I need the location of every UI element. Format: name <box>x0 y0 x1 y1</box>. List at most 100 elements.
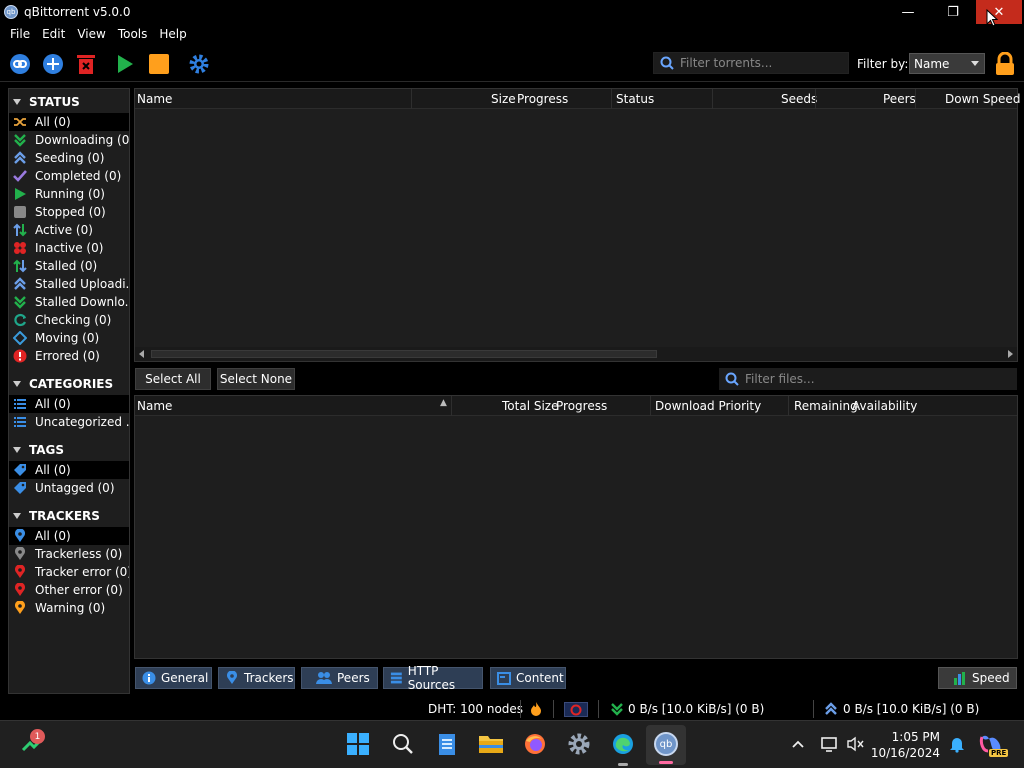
scrollbar-thumb[interactable] <box>151 350 657 358</box>
status-item-stalled[interactable]: Stalled (0) <box>9 257 129 275</box>
column-divider[interactable] <box>915 89 916 109</box>
trackers-section-header[interactable]: TRACKERS <box>9 505 129 527</box>
menu-tools[interactable]: Tools <box>112 27 154 41</box>
categories-section-header[interactable]: CATEGORIES <box>9 373 129 395</box>
tag-item-untagged[interactable]: Untagged (0) <box>9 479 129 497</box>
status-item-stalled-uploading[interactable]: Stalled Uploadi... <box>9 275 129 293</box>
menu-edit[interactable]: Edit <box>36 27 71 41</box>
qbittorrent-taskbar-button[interactable]: qb <box>646 725 686 765</box>
status-item-checking[interactable]: Checking (0) <box>9 311 129 329</box>
scroll-right-arrow-icon[interactable] <box>1008 350 1013 358</box>
tag-item-all[interactable]: All (0) <box>9 461 129 479</box>
col-file-name[interactable]: Name <box>137 399 172 413</box>
column-divider[interactable] <box>650 396 651 416</box>
download-speed-text[interactable]: 0 B/s [10.0 KiB/s] (0 B) <box>628 702 764 716</box>
alt-speed-limits-icon[interactable] <box>564 702 588 717</box>
col-down-speed[interactable]: Down Speed <box>945 92 1020 106</box>
status-item-seeding[interactable]: Seeding (0) <box>9 149 129 167</box>
col-remaining[interactable]: Remaining <box>794 399 858 413</box>
start-torrent-button[interactable] <box>113 52 137 76</box>
col-download-priority[interactable]: Download Priority <box>655 399 761 413</box>
edge-browser-icon[interactable] <box>610 731 636 757</box>
qbittorrent-icon: qb <box>654 732 678 756</box>
tags-section-header[interactable]: TAGS <box>9 439 129 461</box>
status-item-inactive[interactable]: Inactive (0) <box>9 239 129 257</box>
select-all-button[interactable]: Select All <box>135 368 211 390</box>
volume-muted-icon[interactable] <box>843 731 869 757</box>
tracker-item-tracker-error[interactable]: Tracker error (0) <box>9 563 129 581</box>
status-item-completed[interactable]: Completed (0) <box>9 167 129 185</box>
torrent-search-input[interactable] <box>680 56 840 70</box>
column-divider[interactable] <box>815 89 816 109</box>
clock[interactable]: 1:05 PM 10/16/2024 <box>868 729 940 761</box>
status-item-running[interactable]: Running (0) <box>9 185 129 203</box>
menu-file[interactable]: File <box>4 27 36 41</box>
column-divider[interactable] <box>788 396 789 416</box>
status-item-downloading[interactable]: Downloading (0) <box>9 131 129 149</box>
column-divider[interactable] <box>712 89 713 109</box>
status-item-moving[interactable]: Moving (0) <box>9 329 129 347</box>
column-divider[interactable] <box>611 89 612 109</box>
filter-by-select[interactable]: Name <box>909 53 985 74</box>
column-divider[interactable] <box>451 396 452 416</box>
tracker-item-trackerless[interactable]: Trackerless (0) <box>9 545 129 563</box>
speed-button[interactable]: Speed <box>938 667 1017 689</box>
scroll-left-arrow-icon[interactable] <box>139 350 144 358</box>
status-item-active[interactable]: Active (0) <box>9 221 129 239</box>
show-hidden-icons-button[interactable] <box>785 731 811 757</box>
column-divider[interactable] <box>411 89 412 109</box>
tab-general[interactable]: General <box>135 667 212 689</box>
settings-app-icon[interactable] <box>566 731 592 757</box>
menu-view[interactable]: View <box>71 27 111 41</box>
col-peers[interactable]: Peers <box>883 92 916 106</box>
tab-trackers[interactable]: Trackers <box>218 667 295 689</box>
status-item-all[interactable]: All (0) <box>9 113 129 131</box>
col-size[interactable]: Size <box>491 92 516 106</box>
stop-torrent-button[interactable] <box>147 52 171 76</box>
upload-speed-text[interactable]: 0 B/s [10.0 KiB/s] (0 B) <box>843 702 979 716</box>
firefox-icon[interactable] <box>522 731 548 757</box>
minimize-button[interactable]: — <box>886 0 930 24</box>
col-availability[interactable]: Availability <box>852 399 917 413</box>
pin-icon <box>13 547 27 561</box>
col-file-progress[interactable]: Progress <box>556 399 607 413</box>
close-button[interactable]: ✕ <box>976 0 1022 24</box>
add-torrent-link-button[interactable] <box>8 52 32 76</box>
taskbar-search-button[interactable] <box>390 731 416 757</box>
maximize-button[interactable]: ❐ <box>931 0 975 24</box>
col-progress[interactable]: Progress <box>517 92 568 106</box>
tracker-item-all[interactable]: All (0) <box>9 527 129 545</box>
status-section-header[interactable]: STATUS <box>9 91 129 113</box>
tab-peers[interactable]: Peers <box>301 667 378 689</box>
tracker-item-other-error[interactable]: Other error (0) <box>9 581 129 599</box>
tab-http-sources[interactable]: HTTP Sources <box>383 664 483 692</box>
col-status[interactable]: Status <box>616 92 654 106</box>
col-seeds[interactable]: Seeds <box>781 92 817 106</box>
horizontal-scrollbar[interactable] <box>135 347 1017 361</box>
tracker-item-warning[interactable]: Warning (0) <box>9 599 129 617</box>
status-item-stopped[interactable]: Stopped (0) <box>9 203 129 221</box>
tab-content[interactable]: Content <box>490 667 566 689</box>
torrent-list[interactable]: Name Size Progress Status Seeds Peers Do… <box>134 88 1020 362</box>
notification-bell-icon[interactable] <box>944 731 970 757</box>
files-list[interactable]: Name ▲ Total Size Progress Download Prio… <box>134 395 1018 659</box>
delete-torrent-button[interactable] <box>74 52 98 76</box>
file-explorer-icon[interactable] <box>478 731 504 757</box>
status-item-errored[interactable]: Errored (0) <box>9 347 129 365</box>
status-item-stalled-downloading[interactable]: Stalled Downlo... <box>9 293 129 311</box>
lock-icon[interactable] <box>993 51 1017 79</box>
add-torrent-file-button[interactable] <box>41 52 65 76</box>
start-button[interactable] <box>345 731 371 757</box>
menu-help[interactable]: Help <box>153 27 192 41</box>
col-name[interactable]: Name <box>137 92 172 106</box>
options-button[interactable] <box>187 52 211 76</box>
select-none-button[interactable]: Select None <box>217 368 295 390</box>
files-search-input[interactable] <box>745 372 1005 386</box>
category-item-uncategorized[interactable]: Uncategorized ... <box>9 413 129 431</box>
notepad-app-icon[interactable] <box>434 731 460 757</box>
title-bar: qb qBittorrent v5.0.0 — ❐ ✕ <box>0 0 1024 24</box>
tab-content-label: Content <box>516 671 564 685</box>
col-total-size[interactable]: Total Size <box>502 399 558 413</box>
network-icon[interactable] <box>817 731 843 757</box>
category-item-all[interactable]: All (0) <box>9 395 129 413</box>
